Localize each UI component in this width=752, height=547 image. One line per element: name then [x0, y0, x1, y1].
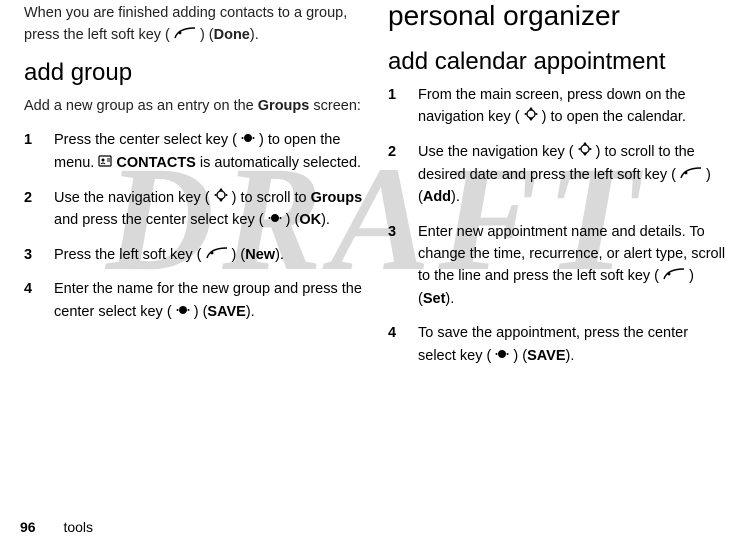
text: ) to scroll to [232, 190, 311, 206]
left-steps: Press the center select key ( ) to open … [24, 129, 364, 323]
nav-key-icon [214, 187, 228, 209]
text: and press the center select key ( [54, 212, 264, 228]
left-softkey-icon [680, 164, 702, 186]
save-bold: SAVE [527, 348, 565, 364]
text: ). [321, 212, 330, 228]
done-label: Done [214, 28, 250, 44]
center-select-icon [268, 209, 282, 231]
text: ) ( [232, 247, 246, 263]
right-step-1: From the main screen, press down on the … [388, 84, 728, 129]
left-step-1: Press the center select key ( ) to open … [24, 129, 364, 174]
text: is automatically selected. [200, 155, 361, 171]
left-step-2: Use the navigation key ( ) to scroll to … [24, 187, 364, 232]
page-footer: 96 tools [20, 519, 93, 535]
footer-section: tools [63, 519, 93, 535]
intro-post: ) ( [200, 28, 214, 44]
left-softkey-icon [206, 244, 228, 266]
left-step-3: Press the left soft key ( ) (New). [24, 244, 364, 267]
text: Press the left soft key ( [54, 247, 201, 263]
text: ). [451, 189, 460, 205]
center-select-icon [241, 129, 255, 151]
text: ) ( [286, 212, 300, 228]
center-select-icon [495, 345, 509, 367]
left-column: When you are finished adding contacts to… [12, 0, 376, 500]
right-steps: From the main screen, press down on the … [388, 84, 728, 367]
ok-bold: OK [299, 212, 321, 228]
set-bold: Set [423, 291, 446, 307]
subtext-post: screen: [309, 98, 361, 114]
right-column: personal organizer add calendar appointm… [376, 0, 740, 500]
text: ). [566, 348, 575, 364]
text: ). [445, 291, 454, 307]
add-calendar-heading: add calendar appointment [388, 48, 728, 76]
right-step-3: Enter new appointment name and details. … [388, 221, 728, 311]
text: ). [246, 304, 255, 320]
text: ). [275, 247, 284, 263]
page-number: 96 [20, 519, 36, 535]
text: ) ( [513, 348, 527, 364]
intro-paragraph: When you are finished adding contacts to… [24, 2, 364, 47]
add-group-subtext: Add a new group as an entry on the Group… [24, 95, 364, 117]
contacts-bold: CONTACTS [116, 155, 195, 171]
left-softkey-icon [663, 265, 685, 287]
add-group-heading: add group [24, 59, 364, 87]
left-step-4: Enter the name for the new group and pre… [24, 278, 364, 323]
personal-organizer-title: personal organizer [388, 0, 728, 32]
text: ) ( [194, 304, 208, 320]
groups-bold: Groups [258, 98, 310, 114]
text: Use the navigation key ( [418, 144, 574, 160]
nav-key-icon [578, 141, 592, 163]
text: Use the navigation key ( [54, 190, 210, 206]
intro-end: ). [250, 28, 259, 44]
contacts-icon [98, 152, 112, 174]
add-bold: Add [423, 189, 451, 205]
center-select-icon [176, 301, 190, 323]
groups-bold: Groups [311, 190, 363, 206]
right-step-4: To save the appointment, press the cente… [388, 322, 728, 367]
text: ) to open the calendar. [542, 110, 686, 126]
subtext-pre: Add a new group as an entry on the [24, 98, 258, 114]
save-bold: SAVE [207, 304, 245, 320]
page-content: When you are finished adding contacts to… [0, 0, 752, 500]
new-bold: New [245, 247, 275, 263]
nav-key-icon [524, 106, 538, 128]
left-softkey-icon [174, 24, 196, 46]
text: Press the center select key ( [54, 133, 237, 149]
right-step-2: Use the navigation key ( ) to scroll to … [388, 141, 728, 209]
